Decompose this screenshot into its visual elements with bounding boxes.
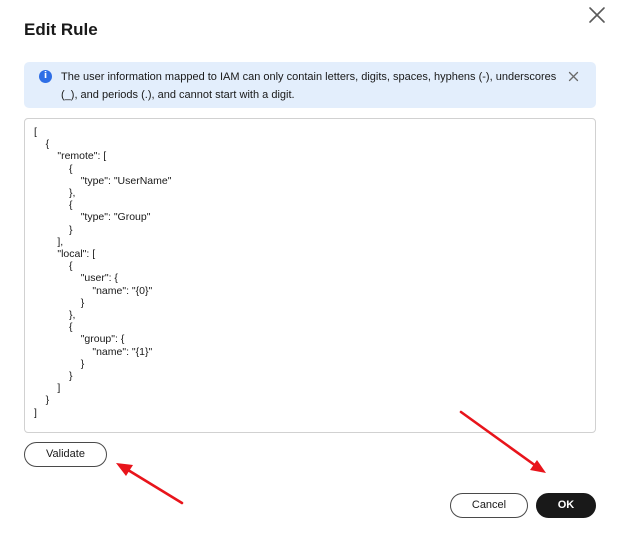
close-notice-icon[interactable] xyxy=(567,70,580,83)
ok-button[interactable]: OK xyxy=(536,493,596,518)
validate-button[interactable]: Validate xyxy=(24,442,107,467)
close-dialog-icon[interactable] xyxy=(587,5,607,25)
edit-rule-dialog: Edit Rule i The user information mapped … xyxy=(0,0,621,546)
arrow-to-validate xyxy=(116,463,184,505)
cancel-button[interactable]: Cancel xyxy=(450,493,528,518)
rule-json-content[interactable]: [ { "remote": [ { "type": "UserName" }, … xyxy=(34,126,171,419)
info-icon: i xyxy=(39,70,52,83)
dialog-title: Edit Rule xyxy=(24,20,98,39)
rule-json-editor[interactable]: [ { "remote": [ { "type": "UserName" }, … xyxy=(24,118,596,433)
notice-text: The user information mapped to IAM can o… xyxy=(61,71,557,101)
info-notice: i The user information mapped to IAM can… xyxy=(24,62,596,108)
